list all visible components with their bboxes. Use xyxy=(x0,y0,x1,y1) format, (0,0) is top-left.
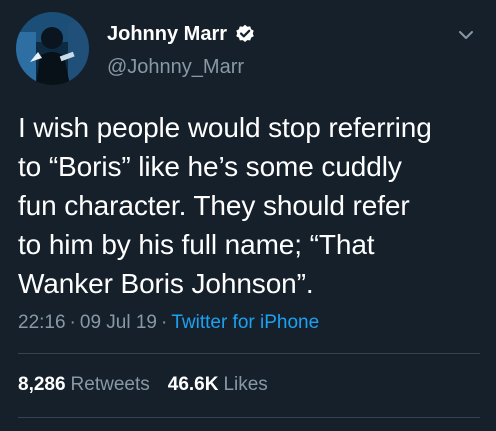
tweet-stats: 8,286 Retweets 46.6K Likes xyxy=(18,374,268,396)
author-name-row: Johnny Marr xyxy=(107,18,255,50)
chevron-down-icon[interactable] xyxy=(454,25,478,45)
avatar-image xyxy=(16,12,89,85)
author-display-name[interactable]: Johnny Marr xyxy=(107,23,227,46)
tweet-text-line: Wanker Boris Johnson”. xyxy=(18,268,314,299)
separator-dot: · xyxy=(161,312,168,333)
tweet-text-line: to “Boris” like he’s some cuddly xyxy=(18,151,402,182)
separator-dot: · xyxy=(69,312,76,333)
divider xyxy=(18,417,480,418)
retweets-stat[interactable]: 8,286 Retweets xyxy=(18,374,150,396)
likes-label: Likes xyxy=(223,374,268,395)
tweet-text: I wish people would stop referring to “B… xyxy=(18,108,488,303)
divider xyxy=(18,353,480,354)
avatar[interactable] xyxy=(16,12,89,85)
tweet-source-link[interactable]: Twitter for iPhone xyxy=(171,312,319,333)
tweet-metadata: 22:16 · 09 Jul 19 · Twitter for iPhone xyxy=(18,312,319,334)
likes-stat[interactable]: 46.6K Likes xyxy=(168,374,268,396)
tweet-text-line: to him by his full name; “That xyxy=(18,229,375,260)
tweet-time[interactable]: 22:16 xyxy=(18,312,66,333)
author-handle[interactable]: @Johnny_Marr xyxy=(107,56,244,79)
tweet-text-line: I wish people would stop referring xyxy=(18,112,432,143)
tweet-date[interactable]: 09 Jul 19 xyxy=(80,312,157,333)
retweets-count: 8,286 xyxy=(18,374,66,395)
verified-badge-icon xyxy=(235,24,255,44)
tweet-text-line: fun character. They should refer xyxy=(18,190,410,221)
likes-count: 46.6K xyxy=(167,374,219,395)
retweets-label: Retweets xyxy=(70,374,150,395)
